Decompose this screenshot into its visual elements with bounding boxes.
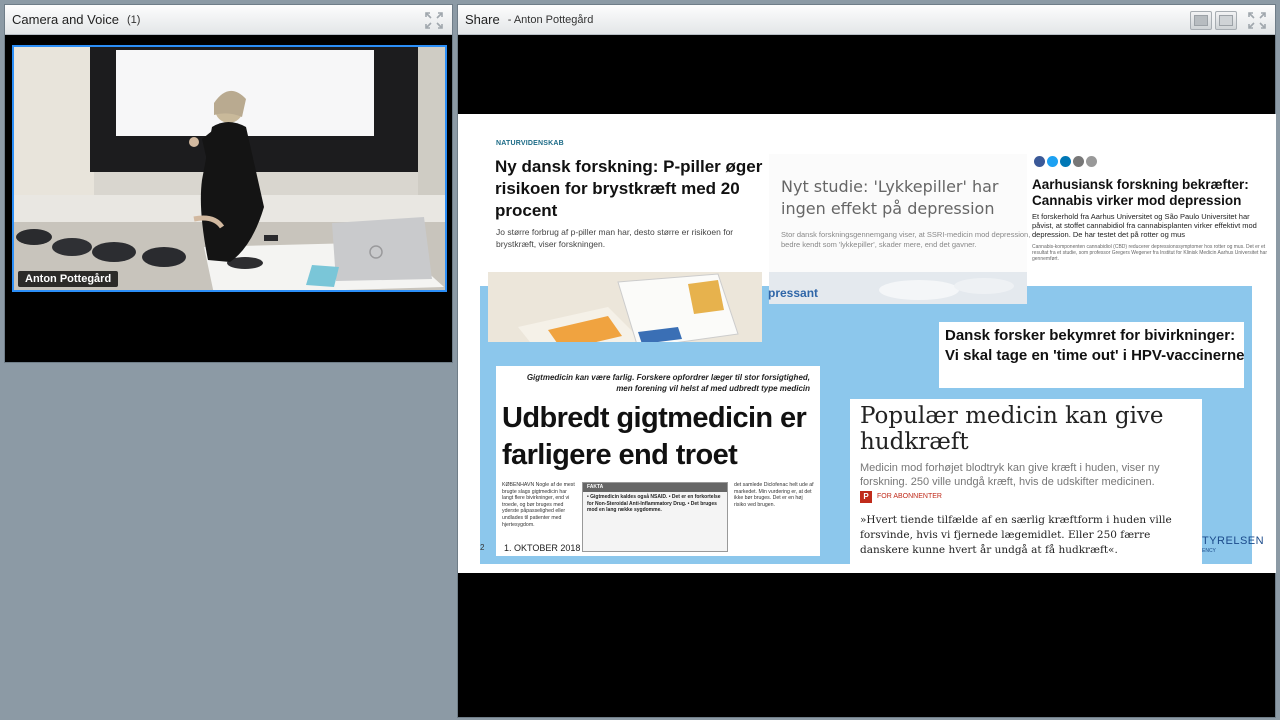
clip-body: Jo større forbrug af p-piller man har, d… (496, 227, 734, 249)
clip-headline: Ny dansk forskning: P-piller øger risiko… (495, 157, 763, 220)
layout-fit-button[interactable] (1215, 11, 1237, 30)
fact-box: FAKTA • Gigtmedicin kaldes også NSAID. •… (582, 482, 728, 552)
print-icon[interactable] (1086, 156, 1097, 167)
clip-kicker: Gigtmedicin kan være farlig. Forskere op… (526, 373, 810, 393)
clip-small-print: Cannabis-komponenten cannabidiol (CBD) r… (1032, 244, 1268, 262)
clip-date: 1. OKTOBER 2018 (504, 543, 581, 553)
expand-icon[interactable] (1248, 12, 1266, 29)
shared-slide: NATURVIDENSKAB Ny dansk forskning: P-pil… (458, 114, 1276, 573)
share-pod: Share - Anton Pottegård NATURVIDENSKAB N… (457, 4, 1276, 718)
slide-brand-sub: ENCY (1202, 548, 1216, 554)
camera-voice-pod: Camera and Voice (1) Anton Pottegård (4, 4, 453, 363)
facebook-icon[interactable] (1034, 156, 1045, 167)
expand-icon[interactable] (425, 12, 443, 29)
pod-header: Share - Anton Pottegård (458, 5, 1275, 35)
clip-body: Stor dansk forskningsgennemgang viser, a… (781, 230, 1031, 249)
article-clip-gigtmedicin: Gigtmedicin kan være farlig. Forskere op… (496, 366, 820, 556)
speaker-name-tag: Anton Pottegård (18, 271, 119, 287)
webcam-video: Anton Pottegård (12, 45, 447, 292)
attendee-count: (1) (126, 13, 141, 26)
article-clip-hudkraeft: Populær medicin kan give hudkræft Medici… (850, 399, 1202, 569)
fact-box-heading: FAKTA (583, 483, 727, 492)
subscriber-label: FOR ABONNENTER (877, 493, 942, 500)
pill-package-image (488, 272, 762, 342)
clip-headline: Dansk forsker bekymret for bivirkninger:… (945, 327, 1244, 364)
layout-single-button[interactable] (1190, 11, 1212, 30)
pod-title: Camera and Voice (12, 12, 119, 27)
clip-subheadline: Medicin mod forhøjet blodtryk kan give k… (860, 462, 1160, 488)
slide-brand: TYRELSEN (1202, 535, 1265, 547)
clip-body: Et forskerhold fra Aarhus Universitet og… (1032, 212, 1257, 239)
pod-header: Camera and Voice (1) (5, 5, 452, 35)
social-share-icons (1034, 156, 1097, 167)
image-text: pressant (768, 286, 819, 300)
clip-column: det samlede Diclofenac helt ude af marke… (734, 482, 814, 508)
twitter-icon[interactable] (1047, 156, 1058, 167)
article-clip-hpv: Dansk forsker bekymret for bivirkninger:… (939, 322, 1244, 388)
pod-title: Share (465, 12, 500, 27)
clip-headline: Populær medicin kan give hudkræft (860, 403, 1164, 455)
clip-quote: »Hvert tiende tilfælde af en særlig kræf… (860, 514, 1172, 556)
presenter-name: - Anton Pottegård (507, 13, 594, 26)
mail-icon[interactable] (1073, 156, 1084, 167)
linkedin-icon[interactable] (1060, 156, 1071, 167)
clip-column: KØBENHAVN Nogle af de mest brugte slags … (502, 482, 575, 528)
clip-category: NATURVIDENSKAB (496, 140, 564, 147)
politiken-logo: P (860, 491, 872, 503)
fact-box-body: • Gigtmedicin kaldes også NSAID. • Det e… (587, 494, 721, 513)
clip-headline: Nyt studie: 'Lykkepiller' har ingen effe… (781, 177, 999, 218)
slide-page-number: 2 (480, 543, 485, 552)
clip-headline: Udbredt gigtmedicin er farligere end tro… (502, 402, 807, 471)
clip-headline: Aarhusiansk forskning bekræfter: Cannabi… (1032, 177, 1249, 208)
